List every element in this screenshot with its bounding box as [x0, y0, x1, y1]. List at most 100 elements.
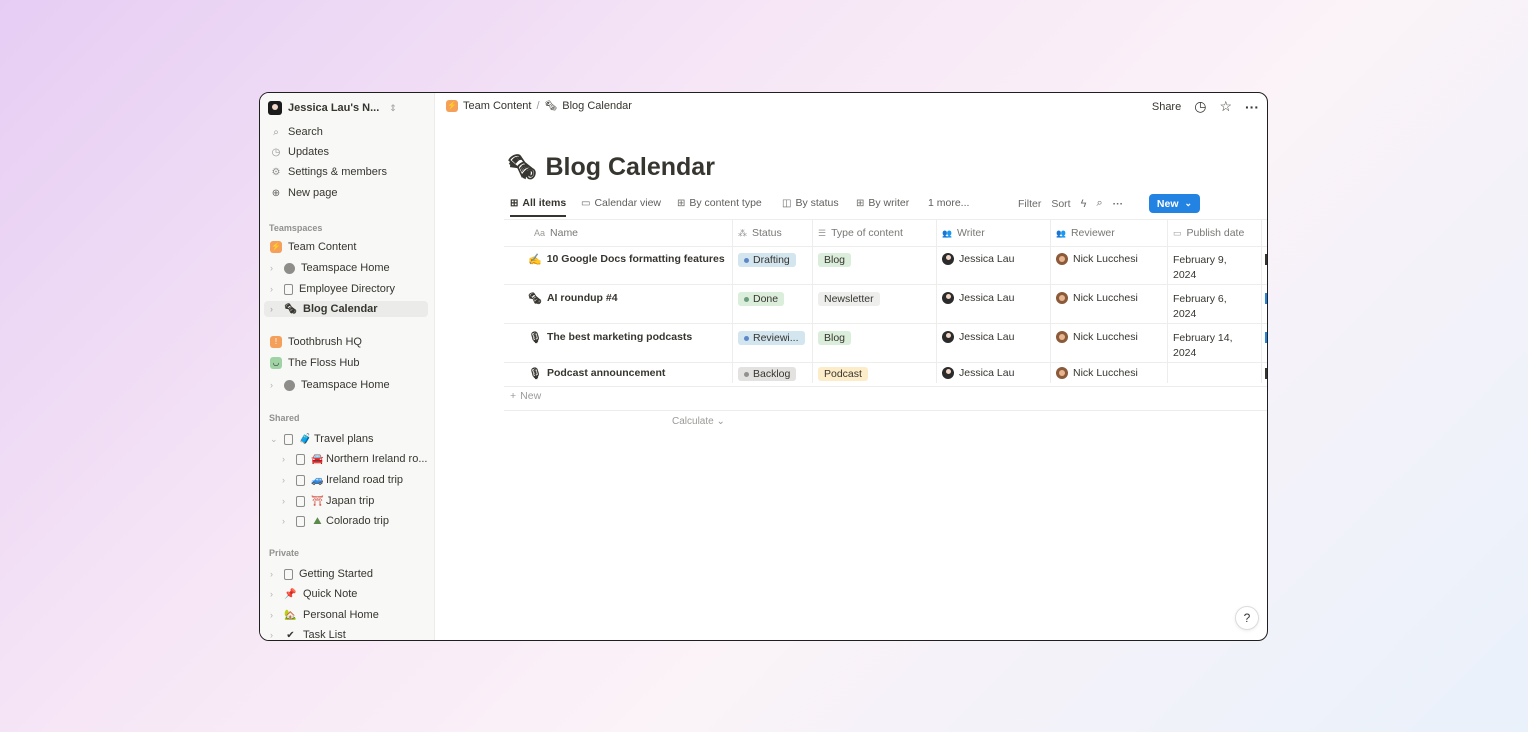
sidebar-item-ireland-road-trip[interactable]: › 🚙 Ireland road trip [282, 472, 403, 488]
row-status[interactable]: Drafting [732, 253, 796, 267]
tab-more[interactable]: 1 more... [928, 197, 969, 209]
column-header-reviewer[interactable]: 👥 Reviewer [1050, 220, 1167, 246]
sidebar-new-page[interactable]: ⊕ New page [270, 185, 338, 201]
chevron-down-icon[interactable]: ⌄ [1185, 198, 1193, 209]
breadcrumb-blog-calendar[interactable]: Blog Calendar [562, 100, 632, 112]
newspaper-icon[interactable]: 🗞 [507, 153, 537, 182]
sidebar-item-northern-ireland[interactable]: › 🚘 Northern Ireland ro... [282, 451, 428, 467]
row-name-text: Podcast announcement [546, 367, 666, 379]
tab-by-content-type[interactable]: ⊞ By content type [677, 197, 762, 209]
history-icon[interactable]: ◷ [1194, 98, 1206, 115]
sidebar-updates[interactable]: ◷ Updates [270, 144, 329, 160]
column-header-status[interactable]: ⁂ Status [732, 220, 812, 246]
chevron-right-icon[interactable]: › [270, 610, 278, 620]
share-button[interactable]: Share [1152, 101, 1181, 113]
tab-label: By status [795, 197, 839, 209]
row-type[interactable]: Blog [812, 331, 852, 345]
row-reviewer[interactable]: Nick Lucchesi [1050, 292, 1138, 304]
column-header-type[interactable]: ☰ Type of content [812, 220, 936, 246]
row-publish-date[interactable]: February 9, 2024 [1167, 253, 1227, 283]
sidebar-item-employee-directory[interactable]: › Employee Directory [270, 281, 395, 297]
row-reviewer[interactable]: Nick Lucchesi [1050, 253, 1138, 265]
chevron-right-icon[interactable]: › [282, 496, 290, 506]
chevron-down-icon[interactable]: ⌄ [270, 434, 278, 445]
sidebar-item-toothbrush-hq[interactable]: ǃ Toothbrush HQ [270, 334, 362, 350]
reviewer-name: Nick Lucchesi [1073, 253, 1138, 265]
lightning-icon[interactable]: ϟ [1081, 198, 1087, 210]
status-icon: ⁂ [738, 227, 747, 238]
chevron-right-icon[interactable]: › [282, 454, 290, 464]
sidebar-item-team-content[interactable]: ⚡ Team Content [270, 239, 356, 255]
chevron-right-icon[interactable]: › [270, 589, 278, 599]
search-icon[interactable]: ⌕ [1096, 197, 1102, 210]
breadcrumb-team-content[interactable]: Team Content [463, 100, 531, 112]
chevron-right-icon[interactable]: › [282, 516, 290, 526]
row-status[interactable]: Done [732, 292, 785, 306]
row-writer[interactable]: Jessica Lau [936, 253, 1014, 265]
row-status[interactable]: Reviewi... [732, 331, 805, 345]
sidebar-search[interactable]: ⌕ Search [270, 124, 323, 140]
row-publish-date[interactable]: February 14, 2024 [1167, 331, 1233, 361]
tab-all-items[interactable]: ⊞ All items [510, 197, 567, 217]
row-name[interactable]: ✍ 10 Google Docs formatting features [522, 253, 732, 266]
sidebar-item-blog-calendar[interactable]: › 🗞 Blog Calendar [264, 301, 428, 317]
row-writer[interactable]: Jessica Lau [936, 292, 1014, 304]
chevron-right-icon[interactable]: › [270, 284, 278, 294]
table-row[interactable]: ✍ 10 Google Docs formatting features Dra… [504, 245, 1267, 285]
more-icon[interactable]: ··· [1113, 198, 1124, 210]
sidebar-item-label: Teamspace Home [301, 379, 390, 391]
page-title[interactable]: 🗞 Blog Calendar [507, 153, 715, 182]
row-reviewer[interactable]: Nick Lucchesi [1050, 331, 1138, 343]
table-row[interactable]: 🗞 AI roundup #4 Done Newsletter Jessica … [504, 284, 1267, 324]
sidebar-item-personal-home[interactable]: › 🏡 Personal Home [270, 607, 379, 623]
sidebar-updates-label: Updates [288, 146, 329, 158]
table-row[interactable]: 🎙 The best marketing podcasts Reviewi...… [504, 323, 1267, 363]
row-name[interactable]: 🎙 Podcast announcement [522, 367, 732, 380]
row-name[interactable]: 🗞 AI roundup #4 [522, 292, 732, 305]
sidebar-item-teamspace-home[interactable]: › Teamspace Home [270, 260, 390, 276]
chevron-right-icon[interactable]: › [282, 475, 290, 485]
column-header-name[interactable]: Aa Name [528, 220, 732, 246]
row-publish-date[interactable]: February 6, 2024 [1167, 292, 1227, 322]
row-reviewer[interactable]: Nick Lucchesi [1050, 367, 1138, 379]
sidebar-item-getting-started[interactable]: › Getting Started [270, 566, 373, 582]
new-button[interactable]: New ⌄ [1149, 194, 1200, 213]
sidebar-item-travel-plans[interactable]: ⌄ 🧳 Travel plans [270, 431, 374, 447]
row-type[interactable]: Newsletter [812, 292, 880, 306]
calculate-button[interactable]: Calculate ⌄ [672, 416, 725, 427]
sidebar-settings[interactable]: ⚙ Settings & members [270, 164, 388, 180]
chevron-right-icon[interactable]: › [270, 630, 278, 640]
filter-button[interactable]: Filter [1018, 198, 1041, 210]
sidebar-item-quick-note[interactable]: › 📌 Quick Note [270, 586, 357, 602]
sidebar-item-colorado-trip[interactable]: › ⛰ Colorado trip [282, 513, 389, 529]
row-writer[interactable]: Jessica Lau [936, 367, 1014, 379]
row-type[interactable]: Blog [812, 253, 852, 267]
chevron-right-icon[interactable]: › [270, 380, 278, 390]
table-row[interactable]: 🎙 Podcast announcement Backlog Podcast J… [504, 362, 1267, 387]
chevron-right-icon[interactable]: › [270, 304, 278, 314]
avatar [942, 292, 954, 304]
sidebar-settings-label: Settings & members [288, 166, 388, 178]
row-type[interactable]: Podcast [812, 367, 868, 381]
sidebar-item-floss-hub[interactable]: ◡ The Floss Hub [270, 355, 360, 371]
tab-by-status[interactable]: ◫ By status [782, 197, 839, 209]
sidebar-item-japan-trip[interactable]: › ⛩ Japan trip [282, 493, 374, 509]
row-name[interactable]: 🎙 The best marketing podcasts [522, 331, 732, 344]
chevron-right-icon[interactable]: › [270, 263, 278, 273]
chevron-right-icon[interactable]: › [270, 569, 278, 579]
workspace-switcher[interactable]: Jessica Lau's N... ⇕ [268, 101, 397, 115]
star-icon[interactable]: ☆ [1219, 98, 1232, 115]
more-icon[interactable]: ··· [1245, 99, 1259, 115]
column-header-writer[interactable]: 👥 Writer [936, 220, 1050, 246]
sidebar-item-teamspace-home-2[interactable]: › Teamspace Home [270, 377, 390, 393]
row-writer[interactable]: Jessica Lau [936, 331, 1014, 343]
writing-hand-icon: ✍ [528, 254, 542, 266]
help-button[interactable]: ? [1235, 606, 1259, 630]
tab-by-writer[interactable]: ⊞ By writer [856, 197, 909, 209]
sort-button[interactable]: Sort [1051, 198, 1070, 210]
row-status[interactable]: Backlog [732, 367, 797, 381]
column-header-publish-date[interactable]: ▭ Publish date [1167, 220, 1261, 246]
tab-calendar-view[interactable]: ▭ Calendar view [581, 197, 661, 209]
add-new-row-button[interactable]: + New [510, 390, 541, 402]
sidebar-item-task-list[interactable]: › ✔ Task List [270, 627, 346, 640]
